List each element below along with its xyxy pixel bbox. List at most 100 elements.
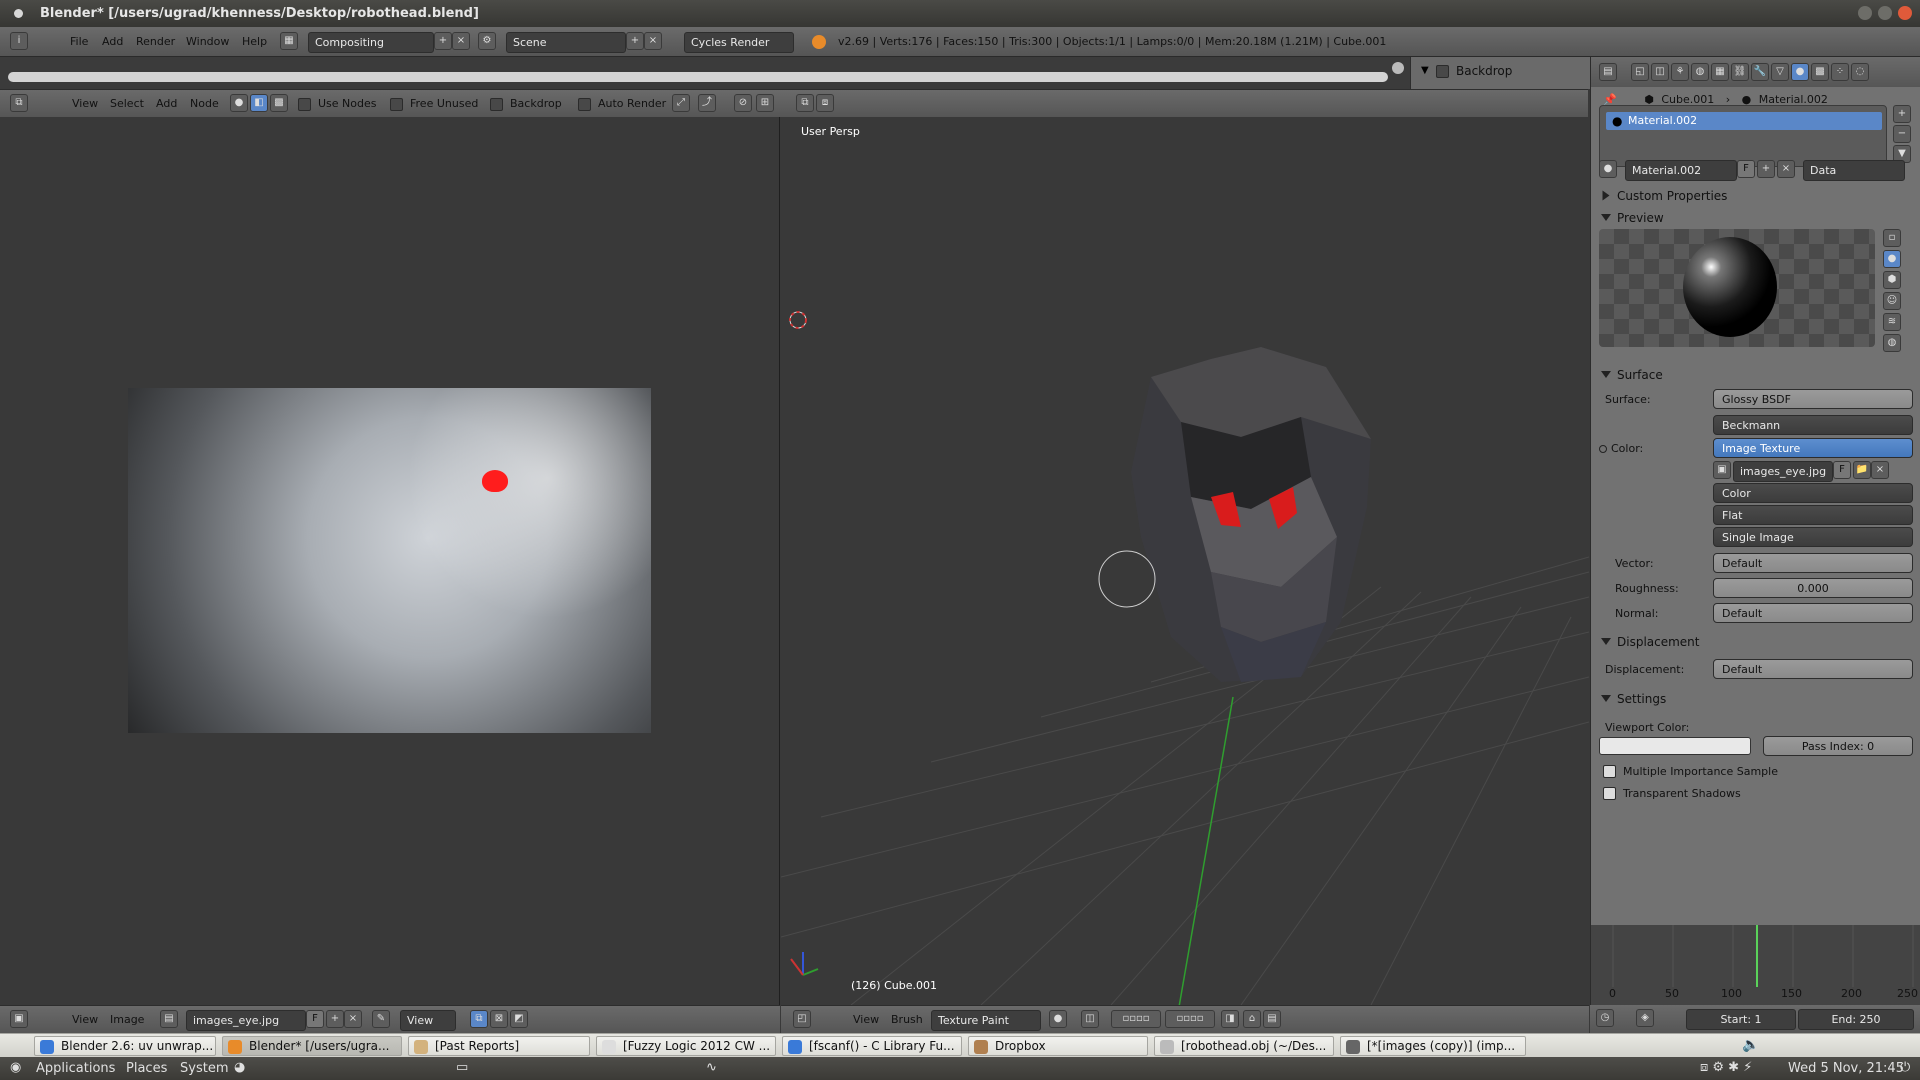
info-editor-type-icon[interactable]: i <box>10 32 28 50</box>
node-editor-type-icon[interactable]: ⧉ <box>10 94 28 112</box>
roughness-slider[interactable]: 0.000 <box>1713 578 1913 598</box>
menu-add[interactable]: Add <box>102 35 123 48</box>
constraints-tab-icon[interactable]: ⛓ <box>1731 63 1749 81</box>
node-snap-mode-icon[interactable]: ⊞ <box>756 94 774 112</box>
image-unlink-button[interactable]: × <box>344 1010 362 1028</box>
displacement-input-select[interactable]: Default <box>1713 659 1913 679</box>
node-tool-icon-2[interactable]: ⤴ <box>698 94 716 112</box>
material-browse-icon[interactable]: ● <box>1599 160 1617 178</box>
node-menu-node[interactable]: Node <box>190 97 219 110</box>
preview-sphere-icon[interactable]: ● <box>1883 250 1901 268</box>
add-slot-button[interactable]: + <box>1893 105 1911 123</box>
image-texture-canvas[interactable] <box>128 388 651 733</box>
settings-section[interactable]: Settings <box>1601 692 1666 706</box>
menu-applications[interactable]: Applications <box>36 1061 115 1076</box>
node-tool-icon-1[interactable]: ⤢ <box>672 94 690 112</box>
layer-buttons-group-1[interactable]: ▫▫▫▫ <box>1111 1010 1161 1028</box>
timeline-editor-type-icon[interactable]: ◷ <box>1596 1009 1614 1027</box>
screen-layout-icon[interactable]: ▦ <box>280 32 298 50</box>
shutdown-icon[interactable]: ⏻ <box>1900 1060 1910 1075</box>
task-fuzzy-logic[interactable]: [Fuzzy Logic 2012 CW ... <box>596 1036 776 1056</box>
remove-scene-button[interactable]: × <box>644 32 662 50</box>
image-display-icon-2[interactable]: ⊠ <box>490 1010 508 1028</box>
material-name-field[interactable]: Material.002 <box>1625 160 1737 181</box>
end-frame-field[interactable]: End: 250 <box>1798 1009 1914 1030</box>
preview-world-icon[interactable]: ◍ <box>1883 334 1901 352</box>
start-frame-field[interactable]: Start: 1 <box>1686 1009 1796 1030</box>
menu-system[interactable]: System <box>180 1061 228 1076</box>
image-display-icon-3[interactable]: ◩ <box>510 1010 528 1028</box>
render-tab-icon[interactable]: ◱ <box>1631 63 1649 81</box>
menu-help[interactable]: Help <box>242 35 267 48</box>
collapse-triangle-icon[interactable]: ▼ <box>1421 65 1429 76</box>
node-editor-scrollbar[interactable] <box>8 72 1388 82</box>
add-scene-button[interactable]: + <box>626 32 644 50</box>
modifiers-tab-icon[interactable]: 🔧 <box>1751 63 1769 81</box>
vector-input-select[interactable]: Default <box>1713 553 1913 573</box>
transparent-shadows-checkbox[interactable] <box>1603 787 1616 800</box>
task-chrome-uv[interactable]: Blender 2.6: uv unwrap... <box>34 1036 216 1056</box>
material-slot-list[interactable]: ● Material.002 <box>1599 105 1887 167</box>
viewport-menu-view[interactable]: View <box>853 1013 879 1026</box>
viewport-camera-icon[interactable]: ⌂ <box>1243 1010 1261 1028</box>
viewport-color-swatch[interactable] <box>1599 737 1751 755</box>
remove-slot-button[interactable]: − <box>1893 125 1911 143</box>
render-engine-select[interactable]: Cycles Render <box>684 32 794 53</box>
menu-window[interactable]: Window <box>186 35 229 48</box>
shader-nodes-icon[interactable]: ● <box>230 94 248 112</box>
material-new-button[interactable]: + <box>1757 160 1775 178</box>
clock[interactable]: Wed 5 Nov, 21:45 <box>1788 1061 1904 1076</box>
render-layers-tab-icon[interactable]: ◫ <box>1651 63 1669 81</box>
image-texture-fake-user-button[interactable]: F <box>1833 461 1851 479</box>
image-pin-icon[interactable]: ✎ <box>372 1010 390 1028</box>
maximize-button[interactable] <box>1878 6 1892 20</box>
displacement-section[interactable]: Displacement <box>1601 635 1700 649</box>
backdrop-panel-checkbox[interactable] <box>1436 65 1449 78</box>
viewport-shading-icon[interactable]: ● <box>1049 1010 1067 1028</box>
material-unlink-button[interactable]: × <box>1777 160 1795 178</box>
node-menu-add[interactable]: Add <box>156 97 177 110</box>
pass-index-field[interactable]: Pass Index: 0 <box>1763 736 1913 756</box>
scene-field[interactable]: Scene <box>506 32 626 53</box>
compositing-nodes-icon[interactable]: ◧ <box>250 94 268 112</box>
color-input-select[interactable]: Image Texture <box>1713 438 1913 458</box>
add-layout-button[interactable]: + <box>434 32 452 50</box>
texture-tab-icon[interactable]: ▩ <box>1811 63 1829 81</box>
image-fake-user-button[interactable]: F <box>306 1010 324 1028</box>
image-name-field[interactable]: images_eye.jpg <box>186 1010 306 1031</box>
texture-nodes-icon[interactable]: ▩ <box>270 94 288 112</box>
material-link-select[interactable]: Data <box>1803 160 1905 181</box>
scene-icon[interactable]: ⚙ <box>478 32 496 50</box>
image-texture-browse-icon[interactable]: ▣ <box>1713 461 1731 479</box>
free-unused-checkbox[interactable] <box>390 98 403 111</box>
material-fake-user-button[interactable]: F <box>1737 160 1755 178</box>
preview-monkey-icon[interactable]: ☺ <box>1883 292 1901 310</box>
image-display-icon-1[interactable]: ⧉ <box>470 1010 488 1028</box>
image-texture-name-field[interactable]: images_eye.jpg <box>1733 461 1833 482</box>
node-copy-icon[interactable]: ⧉ <box>796 94 814 112</box>
screen-layout-field[interactable]: Compositing <box>308 32 434 53</box>
object-tab-icon[interactable]: ▦ <box>1711 63 1729 81</box>
task-past-reports[interactable]: [Past Reports] <box>408 1036 590 1056</box>
distribution-select[interactable]: Beckmann <box>1713 415 1913 435</box>
preview-cube-icon[interactable]: ⬢ <box>1883 271 1901 289</box>
viewport-menu-brush[interactable]: Brush <box>891 1013 923 1026</box>
close-button[interactable] <box>1898 6 1912 20</box>
material-tab-icon[interactable]: ● <box>1791 63 1809 81</box>
image-menu-view[interactable]: View <box>72 1013 98 1026</box>
backdrop-checkbox[interactable] <box>490 98 503 111</box>
image-texture-unlink-button[interactable]: × <box>1871 461 1889 479</box>
minimize-button[interactable] <box>1858 6 1872 20</box>
node-snap-icon[interactable]: ⊘ <box>734 94 752 112</box>
3d-viewport[interactable]: User Persp (126) Cube.001 <box>781 117 1589 1005</box>
task-robothead-obj[interactable]: [robothead.obj (~/Des... <box>1154 1036 1334 1056</box>
mis-checkbox[interactable] <box>1603 765 1616 778</box>
use-nodes-checkbox[interactable] <box>298 98 311 111</box>
preview-section[interactable]: Preview <box>1601 211 1664 225</box>
color-space-select[interactable]: Color <box>1713 483 1913 503</box>
data-tab-icon[interactable]: ▽ <box>1771 63 1789 81</box>
node-paste-icon[interactable]: ⧈ <box>816 94 834 112</box>
task-dropbox[interactable]: Dropbox <box>968 1036 1148 1056</box>
image-source-select[interactable]: Single Image <box>1713 527 1913 547</box>
preview-hair-icon[interactable]: ≋ <box>1883 313 1901 331</box>
